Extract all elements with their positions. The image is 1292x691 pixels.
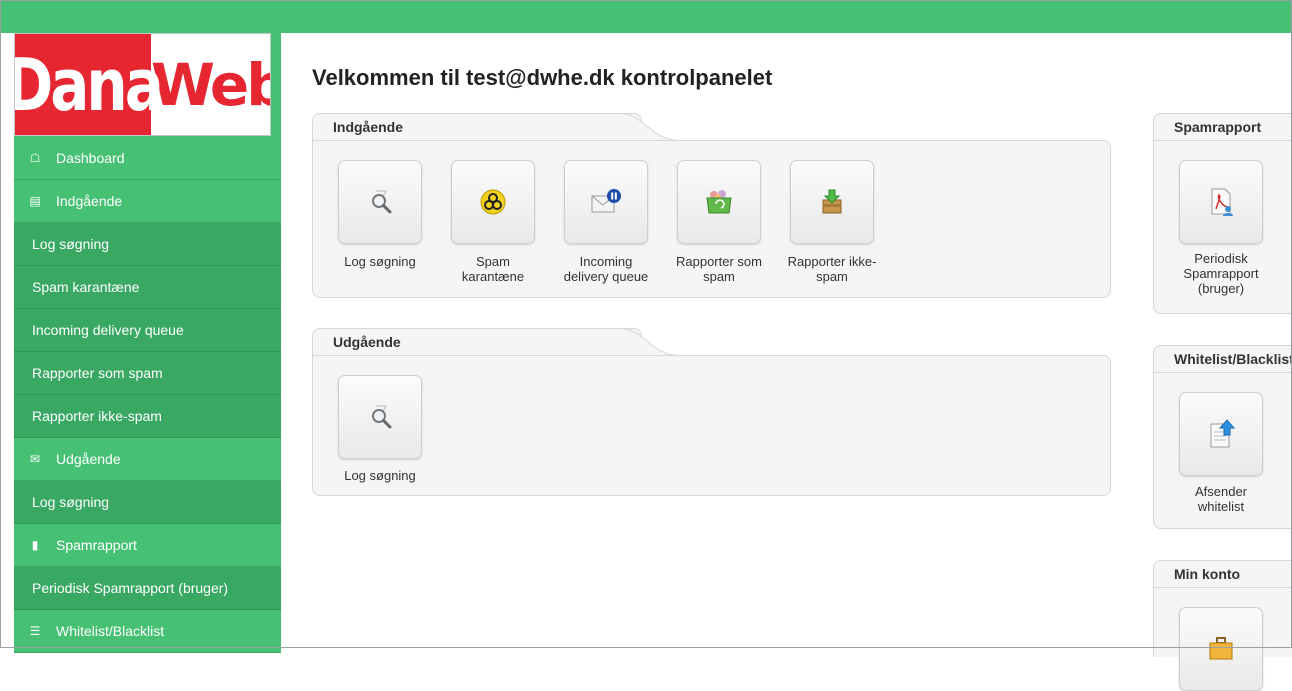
tab-curve [620, 113, 680, 141]
incoming-heading: Indgående [333, 119, 404, 135]
sidebar-item-label: Udgående [56, 451, 121, 467]
briefcase-icon [1209, 637, 1233, 660]
sidebar: Dana Web ☖ Dashboard ▤ Indgående Log søgning… [14, 33, 281, 653]
periodic-spamreport-button[interactable] [1179, 160, 1263, 244]
home-icon: ☖ [29, 151, 41, 165]
account-button[interactable] [1179, 607, 1263, 691]
sidebar-item-label: Log søgning [32, 236, 110, 252]
spamreport-heading: Spamrapport [1174, 119, 1262, 135]
sidebar-item-7[interactable]: ✉ Udgående [14, 438, 281, 481]
tab-outgoing: Udgående [312, 328, 642, 356]
tab-whitelist: Whitelist/Blacklist [1153, 345, 1292, 373]
sidebar-item-5[interactable]: Rapporter som spam [14, 352, 281, 395]
sidebar-item-3[interactable]: Spam karantæne [14, 266, 281, 309]
periodic-spamreport-label: Periodisk Spamrapport (bruger) [1183, 251, 1259, 296]
page-title: Velkommen til test@dwhe.dk kontrolpanele… [312, 65, 773, 90]
account-heading: Min konto [1174, 566, 1241, 582]
spam-quarantine-button[interactable] [451, 160, 535, 244]
sender-whitelist-label: Afsender whitelist [1194, 484, 1248, 514]
outgoing-log-search-button[interactable] [338, 375, 422, 459]
pdf-user-icon [1211, 188, 1233, 216]
sidebar-item-1[interactable]: ▤ Indgående [14, 180, 281, 223]
sidebar-item-4[interactable]: Incoming delivery queue [14, 309, 281, 352]
file-icon: ▮ [31, 538, 39, 552]
magnifier-icon [372, 190, 392, 214]
sidebar-item-label: Incoming delivery queue [32, 322, 184, 338]
whitelist-heading: Whitelist/Blacklist [1174, 351, 1292, 367]
sidebar-item-label: Log søgning [32, 494, 110, 510]
tab-spamreport: Spamrapport [1153, 113, 1292, 141]
document-upload-icon [1210, 419, 1235, 448]
sidebar-item-11[interactable]: ☰ Whitelist/Blacklist [14, 610, 281, 653]
sidebar-item-label: Periodisk Spamrapport (bruger) [32, 580, 229, 596]
sidebar-item-label: Dashboard [56, 150, 125, 166]
sidebar-nav: ☖ Dashboard ▤ Indgående Log søgning Spam kara… [14, 137, 281, 653]
sidebar-item-label: Rapporter ikke-spam [32, 408, 162, 424]
tab-curve [620, 328, 680, 356]
report-not-spam-label: Rapporter ikke-spam [787, 254, 877, 284]
report-spam-label: Rapporter som spam [676, 254, 762, 284]
sidebar-item-8[interactable]: Log søgning [14, 481, 281, 524]
report-not-spam-button[interactable] [790, 160, 874, 244]
danaweb-logo[interactable]: Dana Web [14, 33, 271, 136]
envelope-icon: ✉ [29, 452, 41, 466]
list-icon: ☰ [29, 624, 41, 638]
magnifier-icon [372, 405, 392, 429]
spam-quarantine-label: Spam karantæne [461, 254, 525, 284]
sidebar-item-6[interactable]: Rapporter ikke-spam [14, 395, 281, 438]
tab-account: Min konto [1153, 560, 1292, 588]
mail-pause-icon [591, 189, 621, 213]
sidebar-item-label: Spamrapport [56, 537, 137, 553]
sidebar-item-label: Whitelist/Blacklist [56, 623, 165, 639]
sidebar-item-label: Indgående [56, 193, 123, 209]
sidebar-item-label: Rapporter som spam [32, 365, 163, 381]
logo-text-right: Web [151, 34, 270, 135]
report-spam-button[interactable] [677, 160, 761, 244]
sidebar-item-10[interactable]: Periodisk Spamrapport (bruger) [14, 567, 281, 610]
logo-text-left: Dana [15, 34, 164, 135]
sidebar-item-0[interactable]: ☖ Dashboard [14, 137, 281, 180]
biohazard-icon [480, 189, 506, 215]
sidebar-item-9[interactable]: ▮ Spamrapport [14, 524, 281, 567]
sidebar-item-2[interactable]: Log søgning [14, 223, 281, 266]
inbox-download-icon [822, 189, 842, 214]
sender-whitelist-button[interactable] [1179, 392, 1263, 476]
sidebar-item-label: Spam karantæne [32, 279, 140, 295]
top-bar [0, 0, 1292, 33]
inbox-icon: ▤ [29, 194, 41, 208]
log-search-label: Log søgning [344, 254, 416, 269]
log-search-button[interactable] [338, 160, 422, 244]
tab-incoming: Indgående [312, 113, 642, 141]
incoming-queue-label: Incoming delivery queue [563, 254, 649, 284]
recycle-bin-icon [706, 190, 732, 214]
outgoing-heading: Udgående [333, 334, 401, 350]
outgoing-log-search-label: Log søgning [344, 468, 416, 483]
incoming-queue-button[interactable] [564, 160, 648, 244]
